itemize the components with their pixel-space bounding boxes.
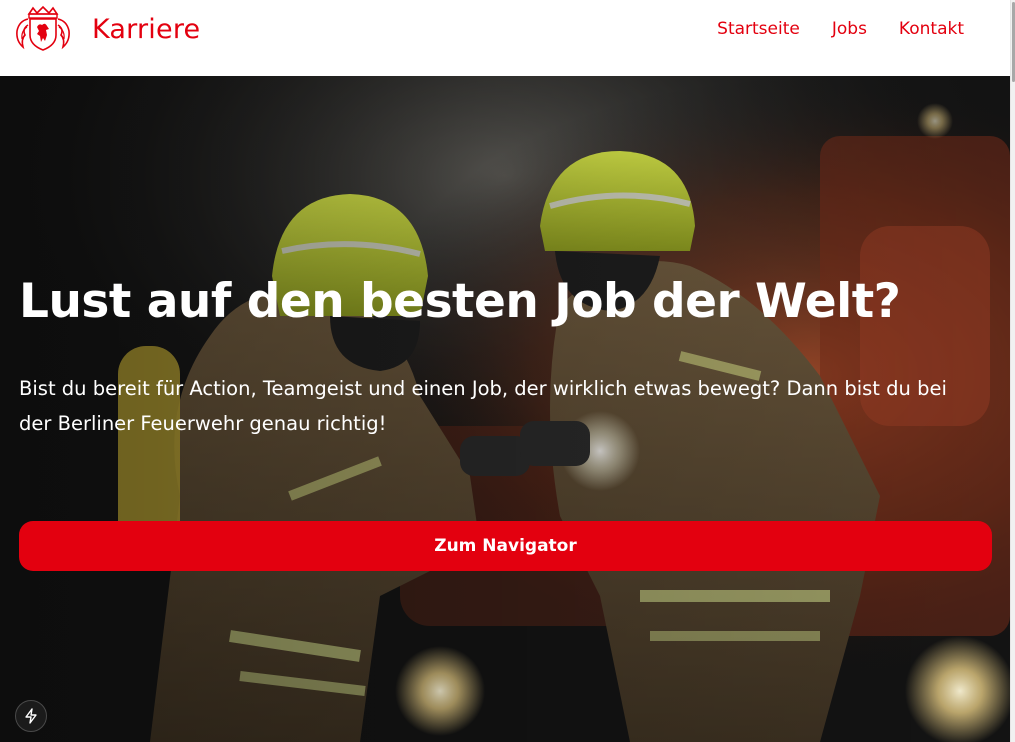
page-scrollbar[interactable] [1010, 0, 1015, 742]
nav-link-startseite[interactable]: Startseite [717, 19, 800, 39]
brand-title[interactable]: Karriere [92, 14, 200, 45]
main-nav: Startseite Jobs Kontakt [717, 19, 964, 39]
page: Karriere Startseite Jobs Kontakt Lust au… [0, 0, 1015, 742]
hero-headline: Lust auf den besten Job der Welt? [19, 274, 901, 329]
hero-section: Lust auf den besten Job der Welt? Bist d… [0, 76, 1010, 742]
hero-subtext: Bist du bereit für Action, Teamgeist und… [19, 377, 947, 435]
zum-navigator-button[interactable]: Zum Navigator [19, 521, 992, 571]
berlin-bear-logo-icon[interactable] [13, 5, 73, 53]
nav-link-kontakt[interactable]: Kontakt [899, 19, 964, 39]
lightning-bolt-icon[interactable] [15, 700, 47, 732]
site-header: Karriere Startseite Jobs Kontakt [0, 0, 1010, 76]
nav-link-jobs[interactable]: Jobs [832, 19, 867, 39]
